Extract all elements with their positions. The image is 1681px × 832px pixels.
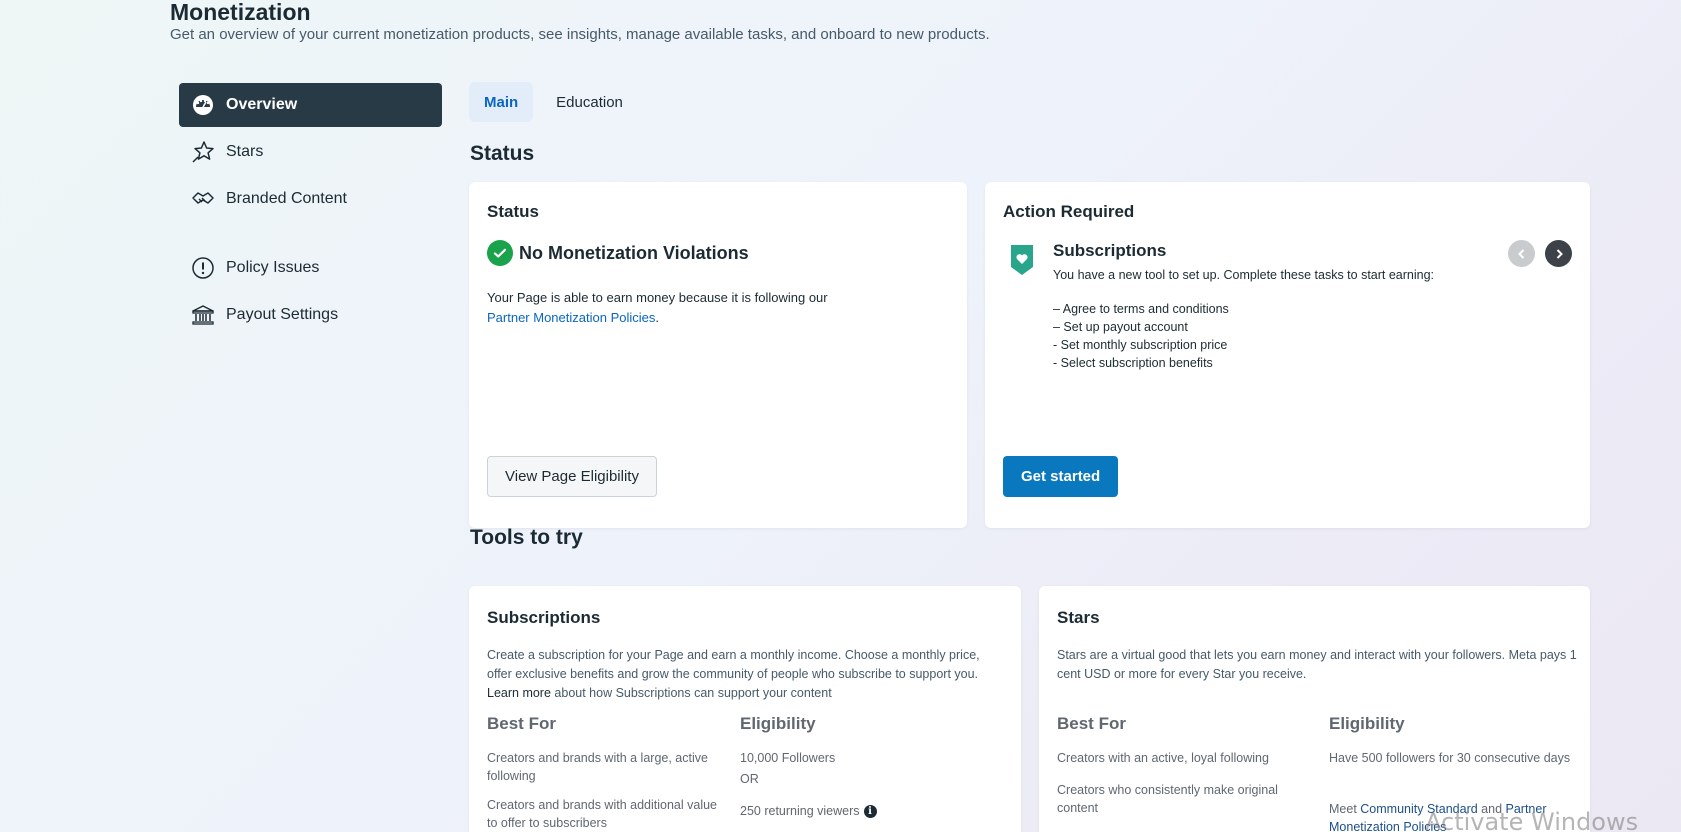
status-text: Your Page is able to earn money because …	[487, 290, 828, 305]
list-item: - Set monthly subscription price	[1053, 338, 1228, 352]
chevron-left-icon	[1517, 248, 1524, 259]
best-for-heading: Best For	[487, 714, 556, 733]
status-row: No Monetization Violations	[487, 240, 749, 266]
previous-button[interactable]	[1508, 240, 1535, 267]
status-description: Your Page is able to earn money because …	[487, 288, 828, 328]
status-link-suffix: .	[655, 310, 659, 325]
handshake-icon	[190, 186, 216, 212]
best-for-item: Creators and brands with additional valu…	[487, 798, 717, 830]
status-card: Status No Monetization Violations Your P…	[469, 182, 967, 528]
sidebar-item-payout-settings[interactable]: Payout Settings	[179, 293, 442, 337]
action-description: You have a new tool to set up. Complete …	[1053, 268, 1435, 282]
activate-windows-watermark: Activate Windows	[1425, 808, 1639, 832]
status-headline: No Monetization Violations	[519, 242, 749, 263]
partner-policies-link[interactable]: Partner Monetization Policies	[487, 310, 655, 325]
tab-education[interactable]: Education	[541, 82, 638, 122]
sidebar-item-stars[interactable]: Stars	[179, 130, 442, 174]
learn-more-link[interactable]: Learn more	[487, 686, 551, 700]
page-title: Monetization	[170, 0, 311, 25]
tab-bar: Main Education	[469, 82, 646, 122]
tools-section-title: Tools to try	[470, 526, 583, 549]
sidebar-item-overview[interactable]: Overview	[179, 83, 442, 127]
best-for-heading: Best For	[1057, 714, 1126, 733]
info-icon[interactable]: i	[863, 805, 877, 819]
subscriptions-heart-icon	[1008, 243, 1036, 282]
eligibility-heading: Eligibility	[1329, 714, 1405, 733]
list-item: – Set up payout account	[1053, 320, 1188, 334]
best-for-item: Creators who consistently make original …	[1057, 783, 1278, 815]
sidebar-item-policy-issues[interactable]: Policy Issues	[179, 246, 442, 290]
sidebar-item-label: Branded Content	[226, 190, 347, 207]
eligibility-item: OR	[740, 772, 759, 786]
sidebar-item-label: Payout Settings	[226, 306, 339, 323]
eligibility-text: 250 returning viewers	[740, 804, 860, 818]
list-item: - Select subscription benefits	[1053, 356, 1213, 370]
subscriptions-tool-card: Subscriptions Create a subscription for …	[469, 586, 1021, 832]
bank-icon	[190, 302, 216, 328]
subscriptions-description: Create a subscription for your Page and …	[487, 646, 1007, 703]
eligibility-item: 250 returning viewers i	[740, 802, 877, 820]
sidebar: Overview Stars Branded Content Policy Is…	[179, 83, 442, 340]
sidebar-item-label: Overview	[226, 96, 298, 113]
sidebar-item-branded-content[interactable]: Branded Content	[179, 177, 442, 221]
eligibility-text: Meet	[1329, 802, 1361, 816]
eligibility-item: 10,000 Followers	[740, 751, 836, 765]
desc-text: about how Subscriptions can support your…	[550, 686, 832, 700]
subscriptions-card-title: Subscriptions	[487, 608, 601, 627]
task-list: – Agree to terms and conditions – Set up…	[1053, 300, 1229, 372]
sidebar-item-label: Policy Issues	[226, 259, 320, 276]
stars-description: Stars are a virtual good that lets you e…	[1057, 648, 1577, 681]
page-header: Monetization Get an overview of your cur…	[170, 0, 990, 43]
action-card-title: Action Required	[1003, 202, 1135, 221]
action-product-title: Subscriptions	[1053, 241, 1167, 260]
chevron-right-icon	[1556, 248, 1563, 259]
eligibility-item: Have 500 followers for 30 consecutive da…	[1329, 751, 1571, 765]
eligibility-heading: Eligibility	[740, 714, 816, 733]
next-button[interactable]	[1545, 240, 1572, 267]
get-started-button[interactable]: Get started	[1003, 456, 1119, 497]
best-for-item: Creators with an active, loyal following	[1057, 751, 1269, 765]
tab-main[interactable]: Main	[469, 82, 534, 122]
stars-card-title: Stars	[1057, 608, 1100, 627]
check-circle-icon	[487, 240, 513, 266]
dashboard-icon	[190, 92, 216, 118]
star-icon	[190, 139, 216, 165]
alert-circle-icon	[190, 255, 216, 281]
desc-text: Create a subscription for your Page and …	[487, 648, 980, 681]
page-subtitle: Get an overview of your current monetiza…	[170, 26, 990, 43]
action-required-card: Action Required Subscriptions You have a…	[985, 182, 1590, 528]
sidebar-item-label: Stars	[226, 143, 264, 160]
stars-tool-card: Stars Stars are a virtual good that lets…	[1039, 586, 1590, 832]
view-page-eligibility-button[interactable]: View Page Eligibility	[487, 456, 657, 497]
status-card-title: Status	[487, 202, 539, 221]
status-section-title: Status	[470, 142, 535, 165]
list-item: – Agree to terms and conditions	[1053, 302, 1229, 316]
best-for-item: Creators and brands with a large, active…	[487, 751, 708, 783]
